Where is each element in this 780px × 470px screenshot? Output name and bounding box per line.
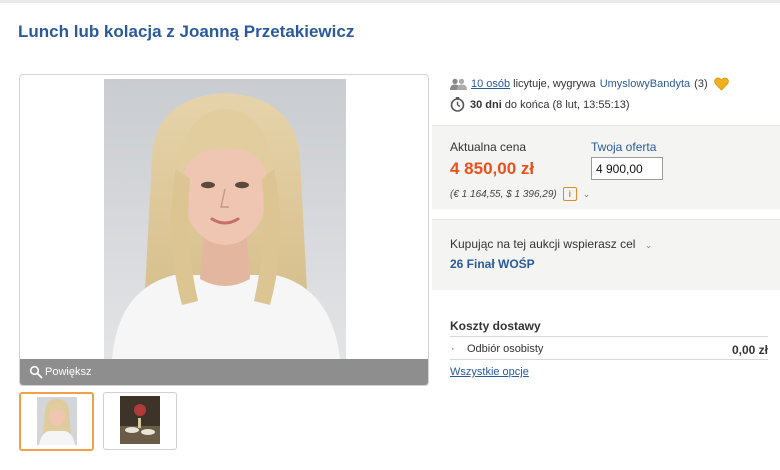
- bullet-icon: ·: [451, 343, 455, 355]
- current-price: 4 850,00 zł: [450, 159, 535, 178]
- shipping-divider-bottom: [450, 359, 768, 360]
- shipping-option-name: Odbiór osobisty: [467, 343, 544, 355]
- bidders-count-link[interactable]: 10 osób: [471, 78, 510, 90]
- shipping-title: Koszty dostawy: [450, 319, 541, 333]
- info-icon[interactable]: i: [562, 187, 577, 201]
- portrait-image: [104, 79, 346, 359]
- all-shipping-options-link[interactable]: Wszystkie opcje: [450, 366, 529, 378]
- bidding-status: 10 osób licytuje, wygrywa UmyslowyBandyt…: [450, 77, 729, 91]
- heart-icon: [713, 77, 729, 91]
- main-image[interactable]: Powiększ: [19, 74, 429, 386]
- zoom-bar[interactable]: Powiększ: [20, 359, 428, 385]
- charity-label-text: Kupując na tej aukcji wspierasz cel: [450, 237, 636, 251]
- people-icon: [450, 78, 467, 90]
- days-left: 30 dni: [470, 98, 502, 111]
- current-price-label: Aktualna cena: [450, 140, 527, 154]
- clock-icon: [450, 97, 465, 112]
- price-panel: Aktualna cena 4 850,00 zł (€ 1 164,55, $…: [432, 125, 780, 209]
- shipping-divider: [450, 336, 768, 337]
- chevron-down-icon[interactable]: ⌄: [645, 240, 653, 250]
- bidding-text: licytuje, wygrywa: [513, 78, 596, 90]
- charity-goal-link[interactable]: 26 Finał WOŚP: [450, 257, 535, 271]
- top-divider: [0, 0, 780, 3]
- dinner-table-thumbnail[interactable]: [103, 392, 177, 450]
- until-text: do końca (8 lut, 13:55:13): [504, 98, 630, 111]
- dinner-table-thumbnail-image: [120, 396, 160, 444]
- winner-score: (3): [694, 78, 708, 90]
- magnifier-icon: [29, 365, 43, 379]
- offer-input[interactable]: [591, 157, 663, 180]
- chevron-down-icon[interactable]: ⌄: [583, 189, 591, 200]
- shipping-option-cost: 0,00 zł: [731, 343, 768, 357]
- charity-label[interactable]: Kupując na tej aukcji wspierasz cel ⌄: [450, 237, 652, 251]
- zoom-label: Powiększ: [45, 366, 92, 378]
- time-remaining: 30 dni do końca (8 lut, 13:55:13): [450, 97, 630, 112]
- price-conversion: (€ 1 164,55, $ 1 396,29) i ⌄: [450, 187, 590, 201]
- portrait-thumbnail[interactable]: [19, 392, 94, 451]
- portrait-thumbnail-image: [36, 397, 77, 445]
- your-offer-label: Twoja oferta: [591, 140, 657, 154]
- auction-title: Lunch lub kolacja z Joanną Przetakiewicz: [18, 22, 355, 41]
- charity-panel: Kupując na tej aukcji wspierasz cel ⌄ 26…: [432, 219, 780, 290]
- price-conversion-text: (€ 1 164,55, $ 1 396,29): [450, 188, 557, 200]
- winner-user-link[interactable]: UmyslowyBandyta: [600, 78, 690, 90]
